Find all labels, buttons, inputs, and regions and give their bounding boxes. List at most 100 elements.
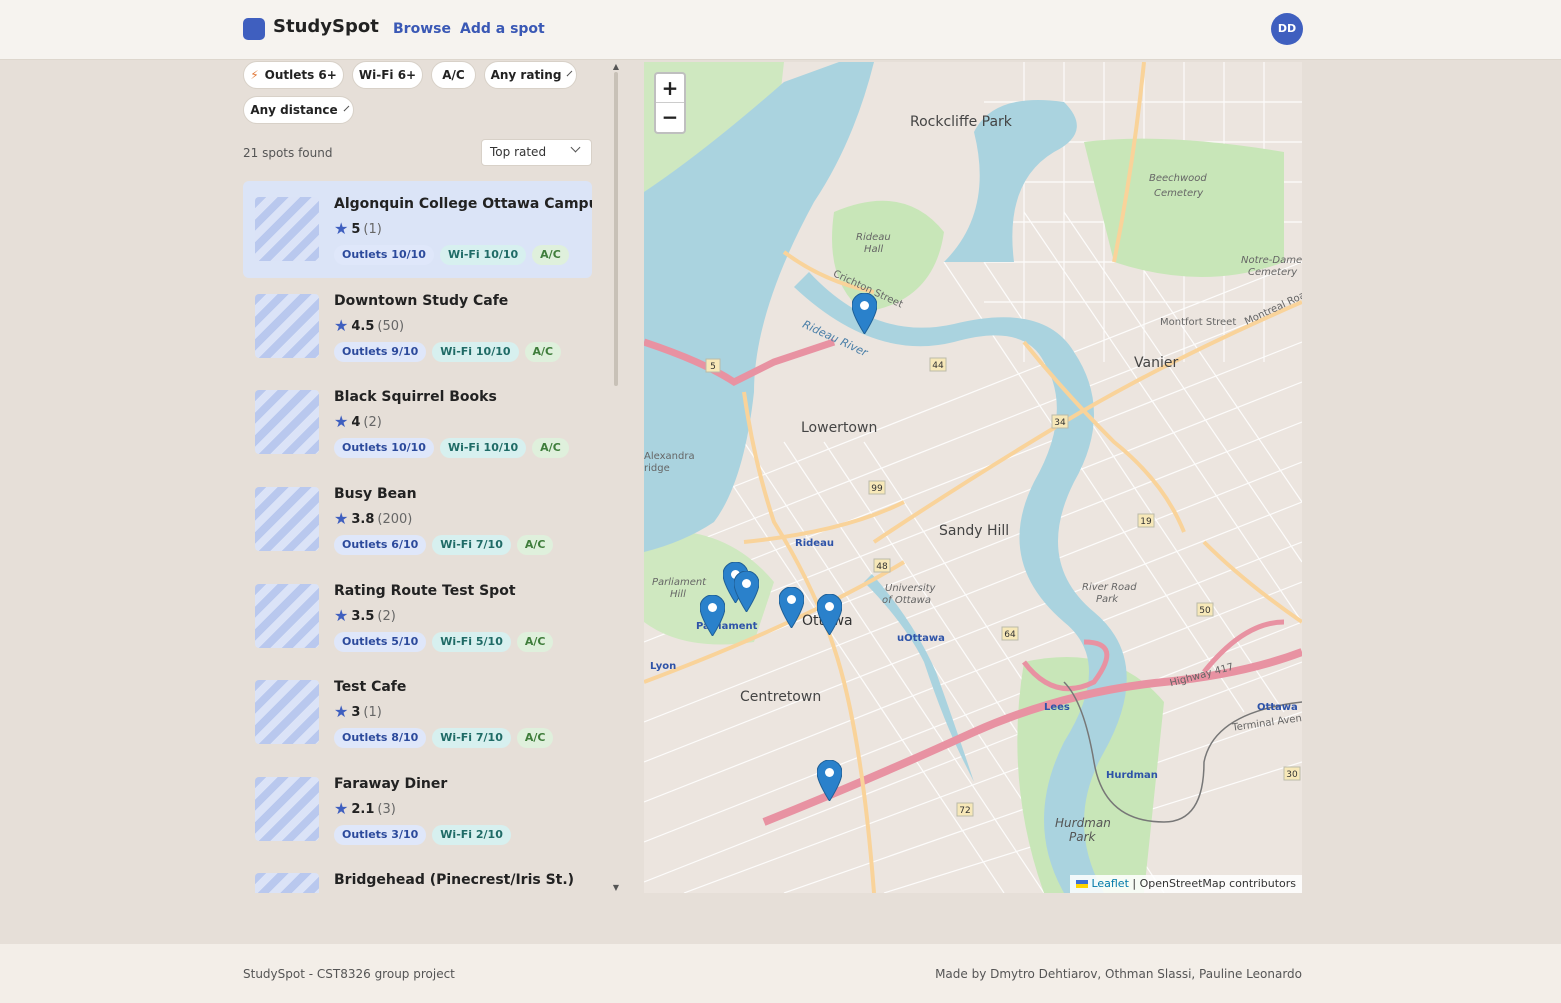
ac-badge: A/C <box>516 632 554 652</box>
filter-wifi-chip[interactable]: Wi-Fi 6+ <box>352 61 423 89</box>
scroll-down-icon[interactable]: ▼ <box>612 883 620 892</box>
spot-rating: ★ 5 (1) <box>334 221 382 237</box>
spot-card[interactable]: Busy Bean ★ 3.8 (200) Outlets 6/10 Wi-Fi… <box>243 471 592 568</box>
map-label: Cemetery <box>1248 267 1298 278</box>
spot-tags: Outlets 10/10 Wi-Fi 10/10 A/C <box>334 245 569 265</box>
map-label: Hall <box>864 244 884 255</box>
scroll-up-icon[interactable]: ▲ <box>612 62 620 71</box>
map-shield: 5 <box>710 362 716 372</box>
review-count: (200) <box>377 511 413 527</box>
review-count: (50) <box>377 318 405 334</box>
scroll-thumb[interactable] <box>614 72 618 386</box>
rating-value: 5 <box>351 221 361 237</box>
sort-select[interactable]: Top rated <box>481 139 592 166</box>
user-avatar[interactable]: DD <box>1271 13 1303 45</box>
filter-wifi-label: Wi-Fi 6+ <box>358 68 417 82</box>
map-label: Hill <box>670 589 686 600</box>
spot-card[interactable]: Faraway Diner ★ 2.1 (3) Outlets 3/10 Wi-… <box>243 761 592 858</box>
spot-tags: Outlets 9/10 Wi-Fi 10/10 A/C <box>334 342 562 362</box>
map-shield: 64 <box>1004 630 1016 640</box>
spot-thumbnail <box>255 777 319 841</box>
results-count: 21 spots found <box>243 146 333 160</box>
brand-name[interactable]: StudySpot <box>273 16 379 37</box>
list-scrollbar[interactable]: ▲ ▼ <box>612 62 620 892</box>
map-marker[interactable] <box>852 293 877 334</box>
rating-value: 3 <box>351 704 361 720</box>
map-label: Hurdman <box>1055 816 1111 830</box>
map-label: Alexandra <box>644 451 695 462</box>
star-icon: ★ <box>334 509 349 528</box>
zoom-in-button[interactable]: + <box>656 74 684 103</box>
ac-badge: A/C <box>524 342 562 362</box>
ac-badge: A/C <box>532 438 569 458</box>
ac-badge: A/C <box>516 728 554 748</box>
spot-card[interactable]: Bridgehead (Pinecrest/Iris St.) <box>243 857 592 893</box>
spot-card[interactable]: Algonquin College Ottawa Campus ★ 5 (1) … <box>243 181 592 278</box>
spot-tags: Outlets 3/10 Wi-Fi 2/10 <box>334 825 511 845</box>
rating-value: 3.5 <box>351 608 375 624</box>
rating-value: 3.8 <box>351 511 375 527</box>
ukraine-flag-icon <box>1076 880 1089 888</box>
map-marker[interactable] <box>817 594 842 635</box>
star-icon: ★ <box>334 412 349 431</box>
leaflet-link[interactable]: Leaflet <box>1091 877 1128 890</box>
map-marker[interactable] <box>734 571 759 612</box>
zoom-out-button[interactable]: − <box>656 103 684 132</box>
spot-rating: ★ 3.5 (2) <box>334 608 396 624</box>
star-icon: ★ <box>334 799 349 818</box>
filter-rating-dropdown[interactable]: Any rating <box>484 61 577 89</box>
map-marker[interactable] <box>779 587 804 628</box>
rating-value: 2.1 <box>351 801 375 817</box>
map-label: Hurdman <box>1106 770 1158 781</box>
wifi-badge: Wi-Fi 10/10 <box>432 342 519 362</box>
nav-add-spot[interactable]: Add a spot <box>460 21 545 37</box>
outlets-badge: Outlets 6/10 <box>334 535 427 555</box>
rating-value: 4 <box>351 414 361 430</box>
logo-icon[interactable] <box>243 18 265 40</box>
spot-tags: Outlets 5/10 Wi-Fi 5/10 A/C <box>334 632 554 652</box>
star-icon: ★ <box>334 219 349 238</box>
wifi-badge: Wi-Fi 7/10 <box>432 728 511 748</box>
spot-name: Bridgehead (Pinecrest/Iris St.) <box>334 872 575 888</box>
outlets-badge: Outlets 10/10 <box>334 245 434 265</box>
map-shield: 44 <box>932 361 944 371</box>
map-label: River Road <box>1082 582 1137 593</box>
spot-card[interactable]: Downtown Study Cafe ★ 4.5 (50) Outlets 9… <box>243 278 592 375</box>
map-label: Sandy Hill <box>939 523 1010 539</box>
bolt-icon: ⚡ <box>250 68 259 82</box>
filter-distance-dropdown[interactable]: Any distance <box>243 96 354 124</box>
map-view[interactable]: 5 44 34 99 48 19 50 64 72 30 Rockcliffe … <box>644 62 1302 893</box>
rating-value: 4.5 <box>351 318 375 334</box>
top-header: StudySpot Browse Add a spot DD <box>0 0 1561 60</box>
map-marker[interactable] <box>700 595 725 636</box>
wifi-badge: Wi-Fi 10/10 <box>439 438 527 458</box>
spot-card[interactable]: Test Cafe ★ 3 (1) Outlets 8/10 Wi-Fi 7/1… <box>243 664 592 761</box>
outlets-badge: Outlets 8/10 <box>334 728 427 748</box>
map-label: Lowertown <box>801 420 878 436</box>
filter-outlets-label: Outlets 6+ <box>264 68 337 82</box>
zoom-control: + − <box>654 72 686 134</box>
spot-tags: Outlets 10/10 Wi-Fi 10/10 A/C <box>334 438 569 458</box>
map-label: Montfort Street <box>1160 317 1237 328</box>
map-shield: 99 <box>871 484 883 494</box>
review-count: (2) <box>377 608 396 624</box>
wifi-badge: Wi-Fi 2/10 <box>432 825 511 845</box>
map-marker[interactable] <box>817 760 842 801</box>
ac-badge: A/C <box>516 535 554 555</box>
map-label: Lyon <box>650 661 677 672</box>
map-label: Rideau <box>795 538 834 549</box>
filter-rating-label: Any rating <box>490 68 562 82</box>
attribution-text: | OpenStreetMap contributors <box>1132 877 1296 890</box>
map-label: Cemetery <box>1154 188 1204 199</box>
filter-outlets-chip[interactable]: ⚡ Outlets 6+ <box>243 61 344 89</box>
filter-ac-chip[interactable]: A/C <box>431 61 476 89</box>
spot-list[interactable]: Algonquin College Ottawa Campus ★ 5 (1) … <box>243 181 592 893</box>
nav-browse[interactable]: Browse <box>393 21 451 37</box>
spot-thumbnail <box>255 873 319 893</box>
spot-card[interactable]: Black Squirrel Books ★ 4 (2) Outlets 10/… <box>243 374 592 471</box>
map-label: uOttawa <box>897 633 945 644</box>
spot-name: Black Squirrel Books <box>334 389 497 405</box>
outlets-badge: Outlets 5/10 <box>334 632 427 652</box>
map-shield: 19 <box>1140 517 1152 527</box>
spot-card[interactable]: Rating Route Test Spot ★ 3.5 (2) Outlets… <box>243 568 592 665</box>
